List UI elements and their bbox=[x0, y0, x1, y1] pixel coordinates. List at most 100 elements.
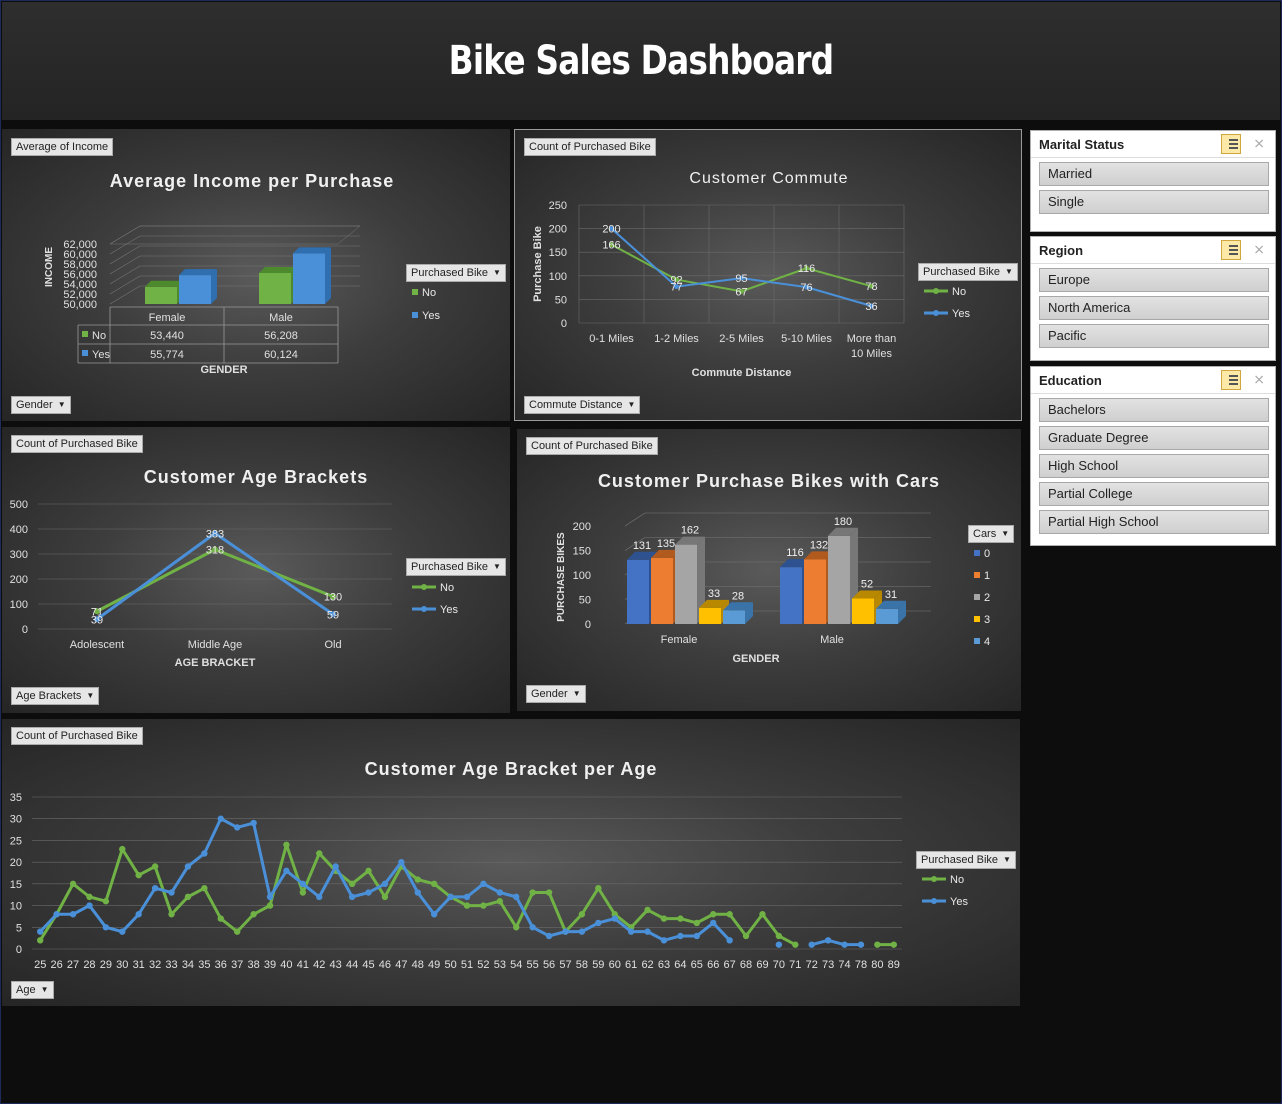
legend-field-button[interactable]: Cars ▼ bbox=[968, 525, 1015, 543]
x-tick-label: 57 bbox=[559, 959, 571, 971]
data-label: 130 bbox=[324, 592, 342, 604]
y-tick-label: 100 bbox=[573, 570, 591, 582]
bar-cars-3-female bbox=[699, 607, 721, 624]
data-label: 78 bbox=[865, 281, 877, 293]
x-axis-title: Commute Distance bbox=[692, 367, 792, 379]
slicer-item-married[interactable]: Married bbox=[1039, 162, 1269, 186]
bar-cars-0-male bbox=[780, 567, 802, 624]
data-label: 180 bbox=[834, 516, 852, 528]
x-tick-label: 58 bbox=[576, 959, 588, 971]
data-point bbox=[841, 941, 848, 948]
y-tick-label: 500 bbox=[10, 499, 28, 511]
data-point bbox=[430, 880, 438, 888]
slicer-header: Education ⨯ bbox=[1031, 367, 1275, 394]
slicer-item-north-america[interactable]: North America bbox=[1039, 296, 1269, 320]
data-point bbox=[168, 911, 175, 918]
slicer-item-partial-college[interactable]: Partial College bbox=[1039, 482, 1269, 506]
gridline bbox=[109, 255, 141, 275]
data-point bbox=[824, 937, 832, 944]
data-point bbox=[660, 915, 668, 922]
chart-back-wall bbox=[109, 225, 361, 245]
y-tick-label: 0 bbox=[561, 318, 567, 330]
data-point bbox=[677, 932, 684, 940]
slicer-education: Education ⨯ Bachelors Graduate Degree Hi… bbox=[1030, 366, 1276, 546]
panel-customer-commute: Count of Purchased Bike Customer Commute… bbox=[514, 129, 1022, 421]
data-point bbox=[578, 911, 586, 918]
y-tick-label: 15 bbox=[10, 879, 22, 891]
gridline bbox=[109, 275, 141, 295]
data-point bbox=[677, 915, 684, 922]
data-point bbox=[414, 876, 421, 883]
legend-label: Yes bbox=[440, 604, 458, 616]
gridline bbox=[109, 245, 141, 265]
bar-cars-1-female bbox=[651, 557, 673, 624]
clear-filter-icon[interactable]: ⨯ bbox=[1253, 241, 1265, 258]
legend-field-button[interactable]: Purchased Bike ▼ bbox=[406, 558, 506, 576]
legend-field-button[interactable]: Purchased Bike ▼ bbox=[406, 264, 506, 282]
data-point bbox=[102, 924, 110, 931]
slicer-item-europe[interactable]: Europe bbox=[1039, 268, 1269, 292]
slicer-item-high-school[interactable]: High School bbox=[1039, 454, 1269, 478]
y-tick-label: 30 bbox=[10, 814, 22, 826]
data-label: 77 bbox=[670, 282, 682, 294]
data-point bbox=[266, 893, 274, 901]
data-point bbox=[69, 911, 77, 918]
data-point bbox=[299, 880, 307, 888]
table-cell: 56,208 bbox=[264, 330, 298, 342]
x-tick-label: Old bbox=[324, 639, 341, 651]
gridline bbox=[109, 285, 141, 305]
age-per-age-chart: 0 5 10 15 20 25 30 35 25 26 27 28 29 30 31 32 33 34 35 36 37… bbox=[10, 792, 969, 971]
slicer-item-graduate-degree[interactable]: Graduate Degree bbox=[1039, 426, 1269, 450]
data-point bbox=[398, 858, 405, 866]
data-label: 318 bbox=[206, 545, 224, 557]
slicer-item-single[interactable]: Single bbox=[1039, 190, 1269, 214]
y-axis-title: PURCHASE BIKES bbox=[556, 532, 567, 622]
y-tick-label: 300 bbox=[10, 549, 28, 561]
slicer-item-bachelors[interactable]: Bachelors bbox=[1039, 398, 1269, 422]
filter-button-gender[interactable]: Gender ▼ bbox=[11, 396, 71, 414]
y-tick-label: 0 bbox=[585, 619, 591, 631]
dropdown-arrow-icon: ▼ bbox=[493, 268, 501, 278]
data-point bbox=[759, 911, 766, 918]
x-tick-label: 51 bbox=[461, 959, 473, 971]
legend-marker bbox=[931, 876, 937, 882]
data-point bbox=[299, 889, 307, 896]
data-point bbox=[660, 937, 668, 944]
multi-select-icon[interactable] bbox=[1221, 134, 1241, 154]
x-tick-label: 69 bbox=[756, 959, 768, 971]
data-point bbox=[168, 889, 175, 896]
x-tick-label: 73 bbox=[822, 959, 834, 971]
filter-button-age[interactable]: Age ▼ bbox=[11, 981, 54, 999]
dropdown-arrow-icon: ▼ bbox=[1005, 267, 1013, 277]
data-label: 135 bbox=[657, 538, 675, 550]
data-point bbox=[381, 880, 389, 888]
legend-field-button[interactable]: Purchased Bike ▼ bbox=[916, 851, 1016, 869]
filter-button-gender[interactable]: Gender ▼ bbox=[526, 685, 586, 703]
x-tick-label: 89 bbox=[888, 959, 900, 971]
filter-button-age-brackets[interactable]: Age Brackets ▼ bbox=[11, 687, 100, 705]
series-line-yes bbox=[811, 938, 861, 947]
data-label: 67 bbox=[735, 286, 747, 298]
slicer-item-pacific[interactable]: Pacific bbox=[1039, 324, 1269, 348]
multi-select-icon[interactable] bbox=[1221, 370, 1241, 390]
legend-label: 3 bbox=[984, 614, 990, 626]
data-point bbox=[562, 928, 569, 935]
table-header: Female bbox=[149, 312, 186, 324]
filter-label: Commute Distance bbox=[529, 399, 623, 411]
slicer-item-partial-high-school[interactable]: Partial High School bbox=[1039, 510, 1269, 534]
data-point bbox=[37, 928, 44, 935]
legend-marker bbox=[931, 898, 937, 904]
y-tick-label: 35 bbox=[10, 792, 22, 804]
legend-title: Purchased Bike bbox=[921, 854, 999, 866]
x-tick-label: 38 bbox=[247, 959, 259, 971]
clear-filter-icon[interactable]: ⨯ bbox=[1253, 135, 1265, 152]
filter-button-commute-distance[interactable]: Commute Distance ▼ bbox=[524, 396, 641, 414]
multi-select-icon[interactable] bbox=[1221, 240, 1241, 260]
data-point bbox=[578, 928, 586, 935]
legend-swatch bbox=[974, 638, 980, 644]
clear-filter-icon[interactable]: ⨯ bbox=[1253, 371, 1265, 388]
legend-field-button[interactable]: Purchased Bike ▼ bbox=[918, 263, 1018, 281]
data-point bbox=[792, 941, 799, 948]
data-label: 200 bbox=[602, 224, 620, 236]
y-tick-label: 100 bbox=[10, 599, 28, 611]
